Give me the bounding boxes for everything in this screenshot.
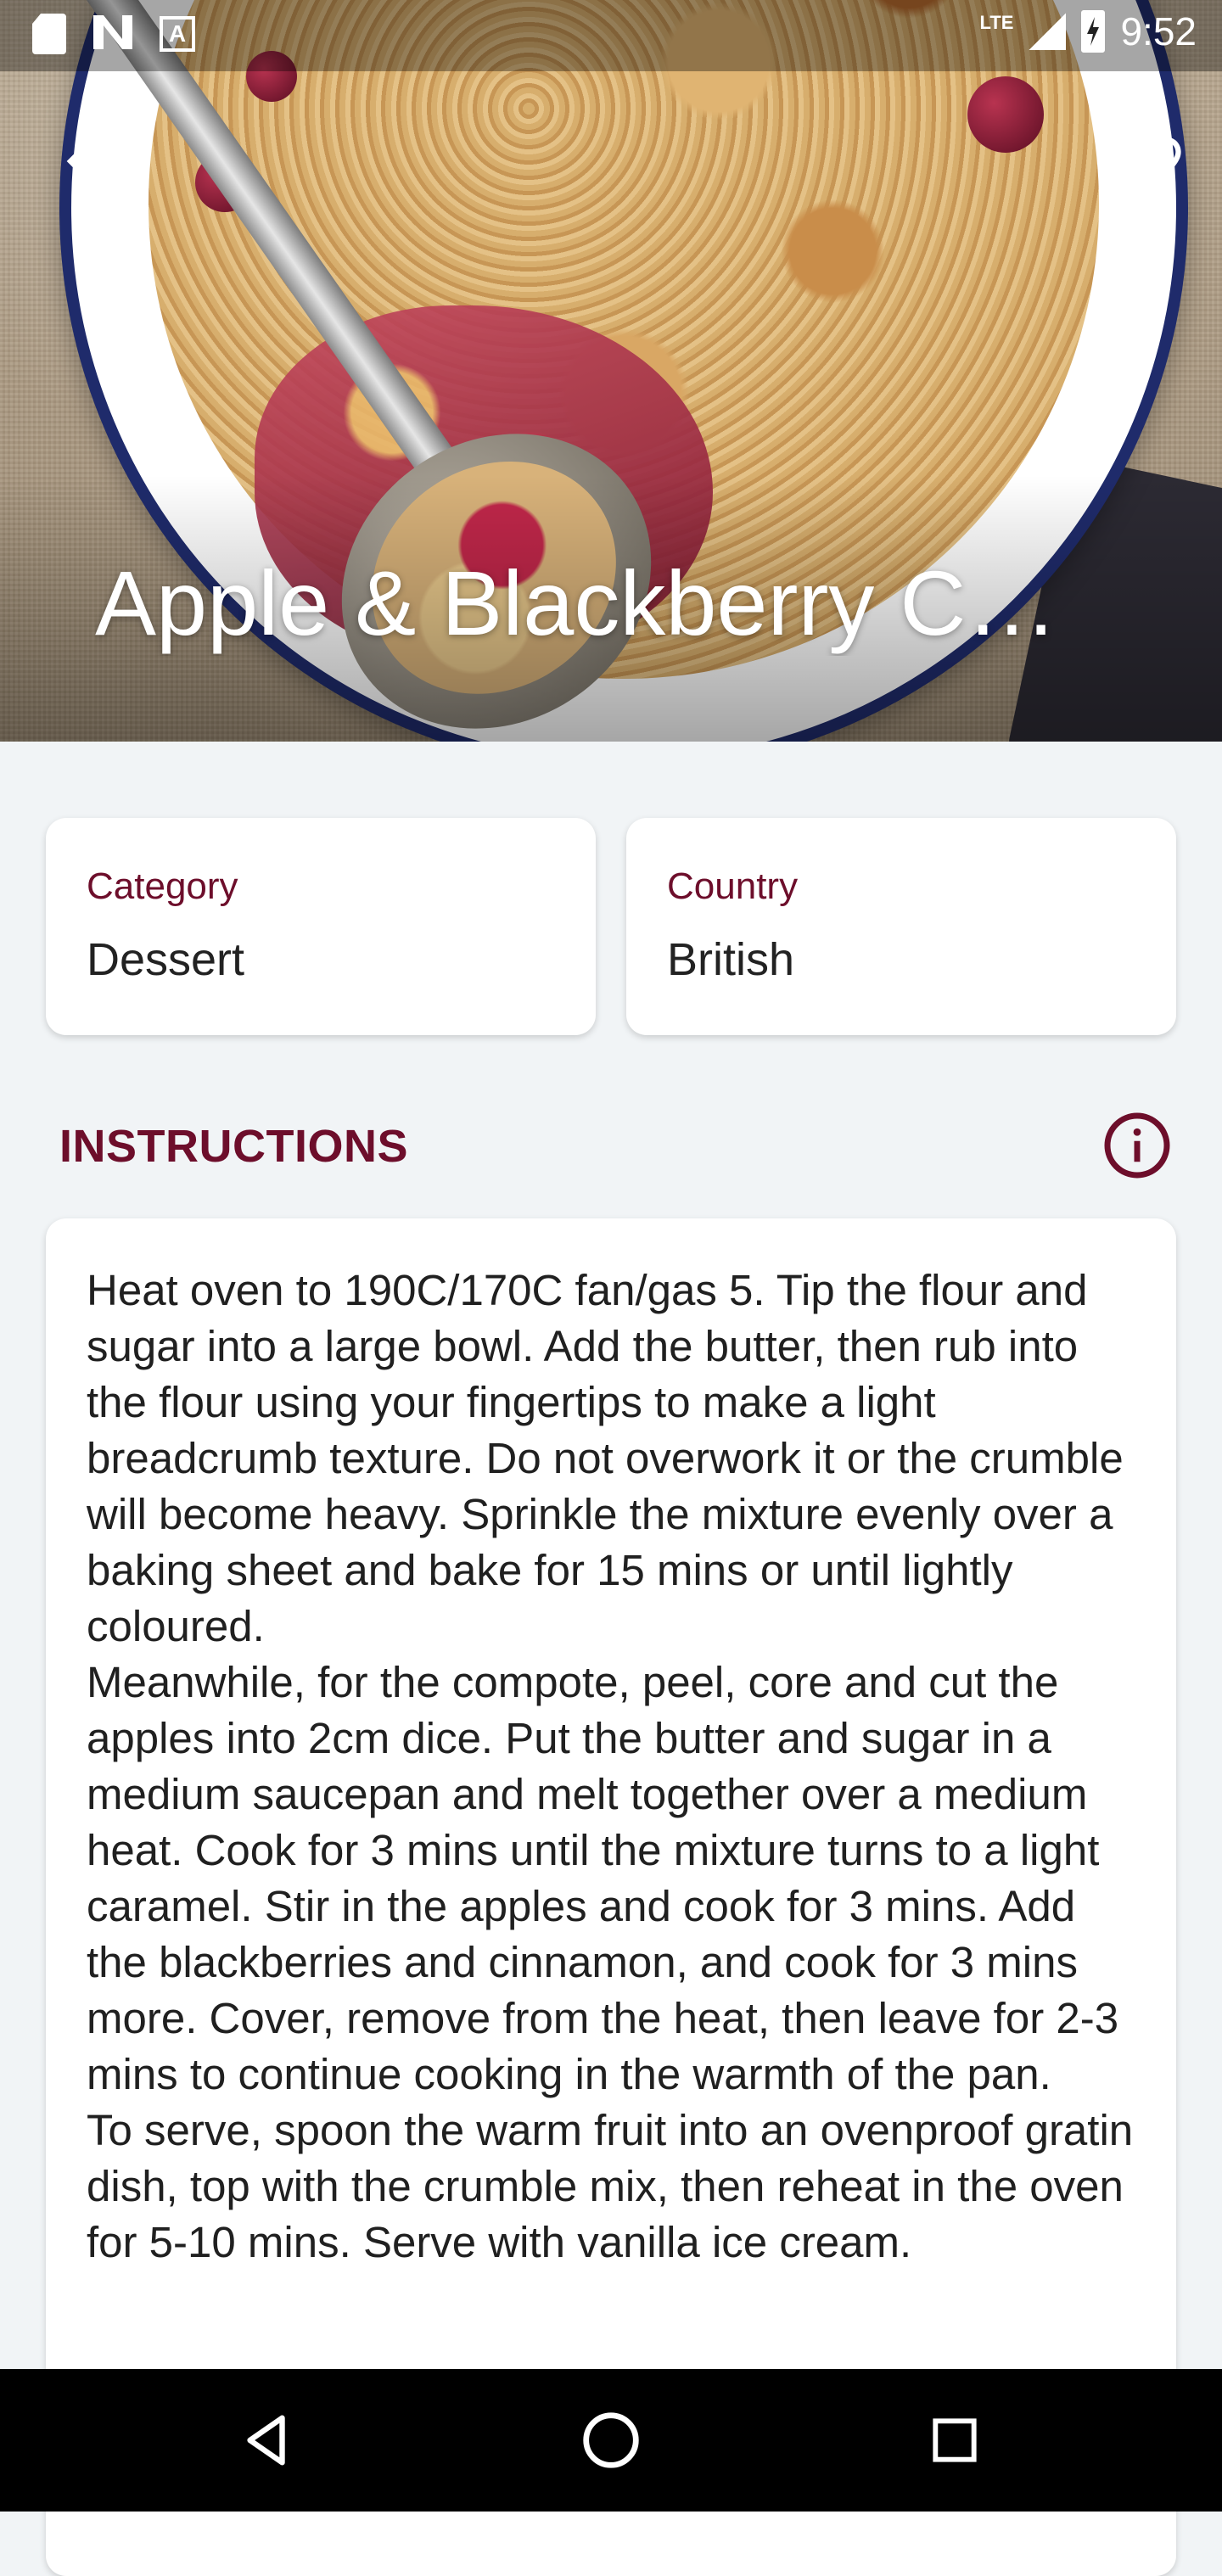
instructions-text: Heat oven to 190C/170C fan/gas 5. Tip th…	[87, 1266, 1134, 2266]
clock: 9:52	[1120, 9, 1197, 53]
navigation-bar	[0, 2369, 1222, 2512]
nav-home-icon	[583, 2412, 639, 2468]
instructions-heading: INSTRUCTIONS	[59, 1121, 408, 1172]
battery-charging-icon	[1081, 10, 1106, 53]
favorite-button[interactable]	[1112, 119, 1197, 204]
category-label: Category	[87, 865, 238, 907]
country-label: Country	[667, 865, 799, 907]
back-button[interactable]	[42, 119, 127, 204]
blackberry	[967, 76, 1044, 153]
network-type: LTE	[979, 12, 1014, 33]
recipe-title: Apple & Blackberry C…	[95, 552, 1058, 654]
arrow-back-icon	[66, 143, 104, 180]
nav-home-button[interactable]	[569, 2398, 653, 2483]
status-bar: A LTE 9:52	[0, 0, 1222, 71]
category-card: Category Dessert	[46, 818, 596, 1035]
nav-recents-button[interactable]	[912, 2398, 997, 2483]
info-icon	[1104, 1112, 1170, 1179]
nav-back-icon	[247, 2415, 285, 2466]
info-button[interactable]	[1101, 1110, 1173, 1181]
country-value: British	[667, 934, 795, 985]
signal-icon	[1029, 13, 1067, 50]
category-value: Dessert	[87, 934, 245, 985]
sd-card-icon	[32, 14, 66, 54]
accessibility-icon: A	[160, 16, 195, 52]
n-logo-icon	[92, 14, 134, 58]
nav-back-button[interactable]	[225, 2398, 310, 2483]
nav-recents-icon	[933, 2418, 977, 2462]
country-card: Country British	[626, 818, 1176, 1035]
heart-outline-icon	[1127, 137, 1181, 187]
